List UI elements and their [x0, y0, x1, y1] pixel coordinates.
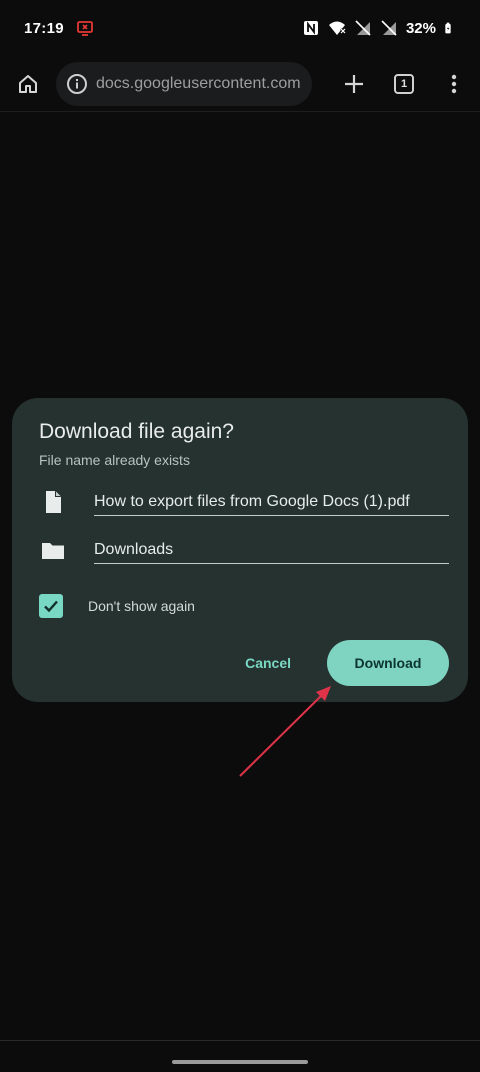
gesture-nav-handle[interactable] — [172, 1060, 308, 1064]
download-location-field[interactable]: Downloads — [94, 541, 449, 564]
nfc-icon — [303, 21, 318, 35]
folder-row: Downloads — [39, 536, 449, 564]
dialog-title: Download file again? — [39, 420, 234, 443]
battery-icon — [445, 22, 451, 34]
home-icon — [19, 74, 37, 93]
url-text: docs.googleusercontent.com — [96, 74, 301, 92]
cancel-button[interactable]: Cancel — [209, 641, 327, 685]
file-name-field[interactable]: How to export files from Google Docs (1)… — [94, 493, 449, 516]
tab-switcher-button[interactable]: 1 — [386, 66, 422, 102]
status-bar: 17:19 32% — [0, 0, 480, 56]
screen-record-icon — [76, 21, 93, 36]
dialog-subtitle: File name already exists — [39, 452, 190, 468]
tab-switcher-icon: 1 — [394, 73, 414, 94]
plus-icon — [345, 74, 363, 93]
download-button[interactable]: Download — [327, 640, 449, 686]
status-time: 17:19 — [24, 19, 64, 37]
more-options-button[interactable] — [436, 66, 472, 102]
dialog-actions: Cancel Download — [209, 640, 449, 686]
battery-percentage: 32% — [405, 19, 436, 37]
info-icon[interactable] — [66, 73, 88, 95]
new-tab-button[interactable] — [336, 66, 372, 102]
home-button[interactable] — [10, 66, 46, 102]
file-icon — [46, 491, 61, 513]
nav-divider — [0, 1040, 480, 1041]
no-sim-icon — [381, 20, 397, 36]
folder-icon — [42, 543, 64, 559]
file-name-row: How to export files from Google Docs (1)… — [39, 488, 449, 516]
dont-show-again-row[interactable]: Don't show again — [39, 594, 195, 618]
wifi-icon — [328, 21, 346, 35]
more-vert-icon — [451, 74, 457, 93]
url-bar[interactable]: docs.googleusercontent.com — [56, 61, 312, 106]
no-sim-icon — [355, 20, 371, 36]
checkmark-icon — [44, 600, 58, 613]
dont-show-again-checkbox[interactable] — [39, 594, 63, 618]
download-dialog: Download file again? File name already e… — [12, 398, 468, 702]
browser-toolbar: docs.googleusercontent.com 1 — [0, 56, 480, 112]
dont-show-again-label: Don't show again — [88, 598, 195, 614]
